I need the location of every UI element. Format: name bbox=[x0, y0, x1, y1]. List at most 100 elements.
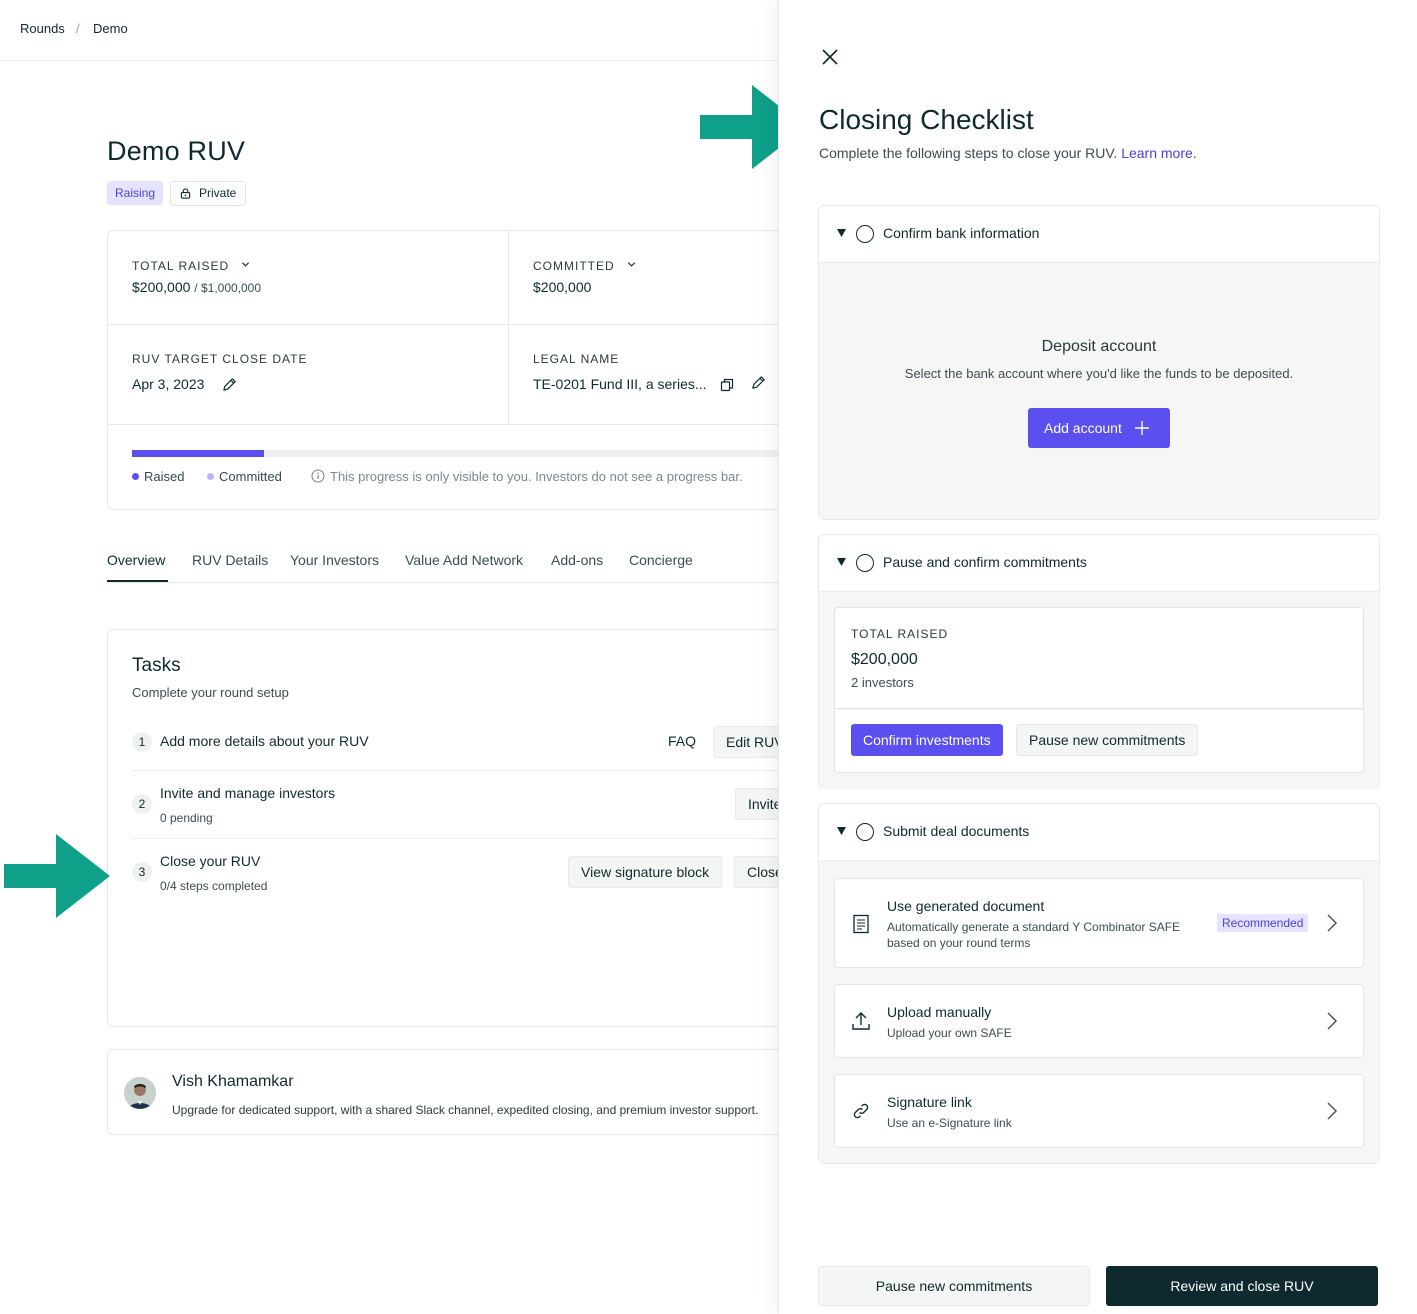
upload-manually-option[interactable]: Upload manually Upload your own SAFE bbox=[834, 984, 1364, 1058]
copy-icon[interactable] bbox=[720, 378, 734, 392]
annotation-arrow-icon bbox=[4, 834, 110, 918]
edit-pencil-icon[interactable] bbox=[751, 375, 766, 390]
avatar bbox=[124, 1077, 156, 1109]
task-title: Close your RUV bbox=[160, 853, 261, 869]
add-account-button[interactable]: Add account bbox=[1028, 408, 1170, 448]
section-submit-documents: Submit deal documents Use generated docu… bbox=[818, 803, 1380, 1164]
task-number: 3 bbox=[132, 862, 152, 882]
tab-concierge[interactable]: Concierge bbox=[629, 552, 693, 568]
section-body: TOTAL RAISED $200,000 2 investors Confir… bbox=[819, 591, 1379, 789]
breadcrumb-rounds[interactable]: Rounds bbox=[20, 21, 65, 36]
target-close-label: RUV TARGET CLOSE DATE bbox=[132, 352, 308, 366]
tab-value-add-network[interactable]: Value Add Network bbox=[405, 552, 523, 568]
support-name: Vish Khamamkar bbox=[172, 1073, 294, 1090]
option-subtitle: Upload your own SAFE bbox=[887, 1026, 1012, 1040]
task-title: Add more details about your RUV bbox=[160, 733, 369, 749]
divider bbox=[132, 838, 778, 839]
chevron-down-icon bbox=[627, 262, 636, 267]
investor-count: 2 investors bbox=[851, 675, 914, 690]
total-raised-label[interactable]: TOTAL RAISED bbox=[132, 259, 250, 273]
total-raised-value: $200,000 / $1,000,000 bbox=[132, 279, 262, 295]
task-title: Invite and manage investors bbox=[160, 785, 336, 801]
option-title: Upload manually bbox=[887, 1004, 992, 1020]
status-circle-icon bbox=[856, 554, 874, 572]
generated-document-option[interactable]: Use generated document Automatically gen… bbox=[834, 878, 1364, 968]
tab-your-investors[interactable]: Your Investors bbox=[290, 552, 379, 568]
committed-value: $200,000 bbox=[533, 279, 592, 295]
progress-note: This progress is only visible to you. In… bbox=[311, 469, 743, 484]
chevron-down-icon bbox=[242, 262, 250, 267]
option-title: Signature link bbox=[887, 1094, 972, 1110]
divider bbox=[108, 424, 778, 425]
legal-name-label: LEGAL NAME bbox=[533, 352, 620, 366]
task-number: 2 bbox=[132, 794, 152, 814]
section-header[interactable]: Pause and confirm commitments bbox=[819, 535, 1379, 591]
close-icon[interactable] bbox=[821, 48, 839, 66]
lock-icon bbox=[180, 188, 191, 199]
section-title: Confirm bank information bbox=[883, 225, 1040, 241]
section-title: Pause and confirm commitments bbox=[883, 554, 1087, 570]
status-circle-icon bbox=[856, 225, 874, 243]
tab-overview[interactable]: Overview bbox=[107, 552, 165, 568]
task-subtitle: 0/4 steps completed bbox=[160, 879, 268, 893]
document-icon bbox=[853, 914, 869, 934]
section-header[interactable]: Submit deal documents bbox=[819, 804, 1379, 860]
support-card: Vish Khamamkar Upgrade for dedicated sup… bbox=[107, 1049, 778, 1135]
total-raised-summary: TOTAL RAISED $200,000 2 investors bbox=[835, 608, 1363, 709]
total-raised-card: TOTAL RAISED $200,000 2 investors Confir… bbox=[834, 607, 1364, 773]
deposit-subtitle: Select the bank account where you'd like… bbox=[904, 366, 1294, 381]
tasks-title: Tasks bbox=[132, 655, 181, 676]
task-number: 1 bbox=[132, 732, 152, 752]
chevron-right-icon bbox=[1327, 1012, 1338, 1030]
edit-pencil-icon[interactable] bbox=[222, 377, 237, 392]
tasks-card: Tasks Complete your round setup 1 Add mo… bbox=[107, 629, 778, 1027]
total-raised-goal: / $1,000,000 bbox=[194, 281, 262, 295]
caret-down-icon bbox=[837, 229, 846, 237]
committed-label[interactable]: COMMITTED bbox=[533, 259, 636, 273]
legend-raised: Raised bbox=[132, 469, 184, 484]
invite-button[interactable]: Invite bbox=[735, 788, 778, 820]
info-icon bbox=[311, 469, 325, 483]
support-text: Upgrade for dedicated support, with a sh… bbox=[172, 1103, 759, 1117]
learn-more-link[interactable]: Learn more bbox=[1121, 145, 1193, 161]
view-signature-block-button[interactable]: View signature block bbox=[568, 856, 723, 888]
tab-add-ons[interactable]: Add-ons bbox=[551, 552, 603, 568]
close-ruv-button[interactable]: Close bbox=[734, 856, 778, 888]
option-subtitle: Use an e-Signature link bbox=[887, 1116, 1012, 1130]
confirm-investments-button[interactable]: Confirm investments bbox=[851, 724, 1003, 756]
round-page: Rounds / Demo Demo RUV Raising Private T… bbox=[0, 0, 778, 1314]
section-body: Use generated document Automatically gen… bbox=[819, 860, 1379, 1163]
divider bbox=[132, 770, 778, 771]
drawer-subtitle: Complete the following steps to close yo… bbox=[819, 145, 1197, 161]
section-header[interactable]: Confirm bank information bbox=[819, 206, 1379, 262]
section-body: Deposit account Select the bank account … bbox=[819, 262, 1379, 519]
option-subtitle: Automatically generate a standard Y Comb… bbox=[887, 920, 1181, 950]
tabs: Overview RUV Details Your Investors Valu… bbox=[107, 545, 778, 583]
edit-ruv-button[interactable]: Edit RUV bbox=[713, 726, 778, 758]
section-pause-confirm: Pause and confirm commitments TOTAL RAIS… bbox=[818, 534, 1380, 789]
recommended-badge: Recommended bbox=[1217, 914, 1309, 932]
option-title: Use generated document bbox=[887, 898, 1045, 914]
progress-fill bbox=[132, 450, 264, 457]
breadcrumb-demo[interactable]: Demo bbox=[93, 21, 128, 36]
breadcrumb-separator: / bbox=[76, 21, 80, 36]
divider bbox=[108, 324, 778, 325]
pause-new-commitments-button[interactable]: Pause new commitments bbox=[1016, 724, 1199, 756]
plus-icon bbox=[1134, 421, 1149, 435]
visibility-badge: Private bbox=[170, 181, 247, 206]
top-bar: Rounds / Demo bbox=[0, 0, 778, 61]
target-close-value: Apr 3, 2023 bbox=[132, 376, 205, 392]
footer-pause-commitments-button[interactable]: Pause new commitments bbox=[818, 1266, 1090, 1306]
total-raised-value: $200,000 bbox=[851, 651, 918, 668]
signature-link-option[interactable]: Signature link Use an e-Signature link bbox=[834, 1074, 1364, 1148]
caret-down-icon bbox=[837, 558, 846, 566]
tasks-subtitle: Complete your round setup bbox=[132, 685, 289, 700]
chevron-right-icon bbox=[1327, 914, 1338, 932]
active-tab-indicator bbox=[107, 580, 168, 582]
chevron-right-icon bbox=[1327, 1102, 1338, 1120]
faq-link[interactable]: FAQ bbox=[668, 733, 696, 749]
tab-ruv-details[interactable]: RUV Details bbox=[192, 552, 268, 568]
upload-icon bbox=[852, 1012, 870, 1030]
review-and-close-button[interactable]: Review and close RUV bbox=[1106, 1266, 1378, 1306]
divider bbox=[508, 231, 509, 424]
